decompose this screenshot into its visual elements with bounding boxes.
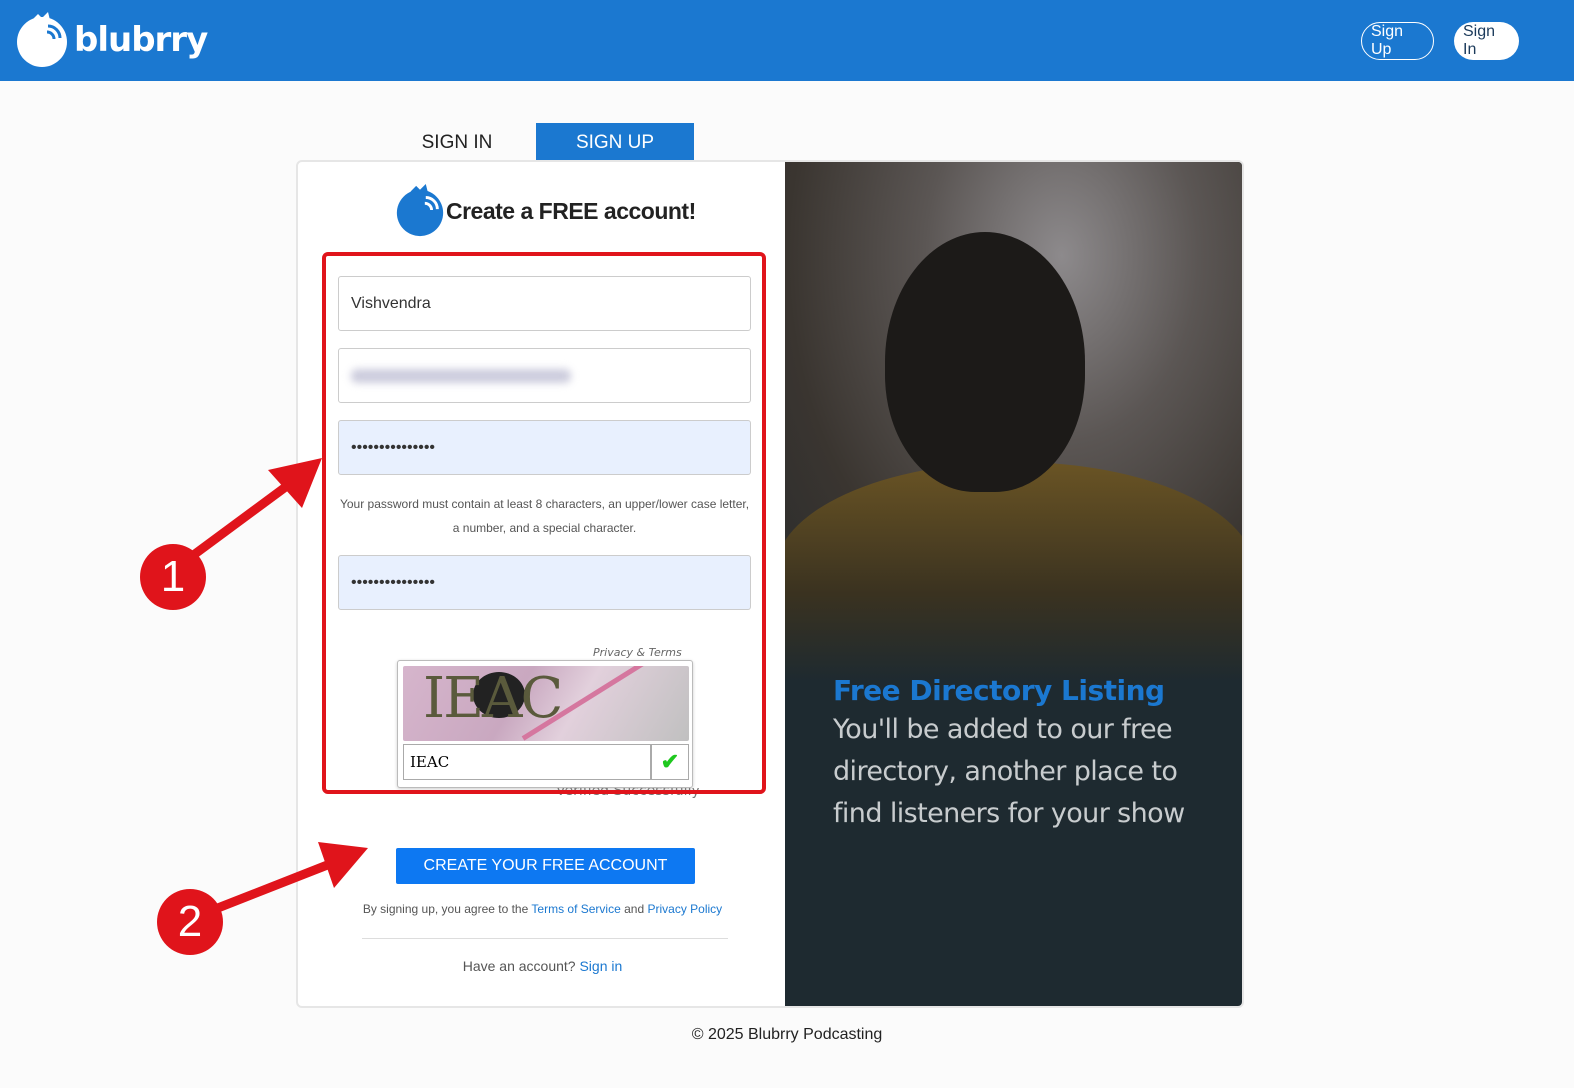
arrow-2-icon (198, 842, 368, 920)
annotation-badge-1: 1 (140, 544, 206, 610)
annotation-badge-2: 2 (157, 889, 223, 955)
annotation-arrows (177, 458, 368, 920)
footer-copyright: © 2025 Blubrry Podcasting (691, 1026, 883, 1043)
arrow-1-icon (177, 458, 322, 569)
